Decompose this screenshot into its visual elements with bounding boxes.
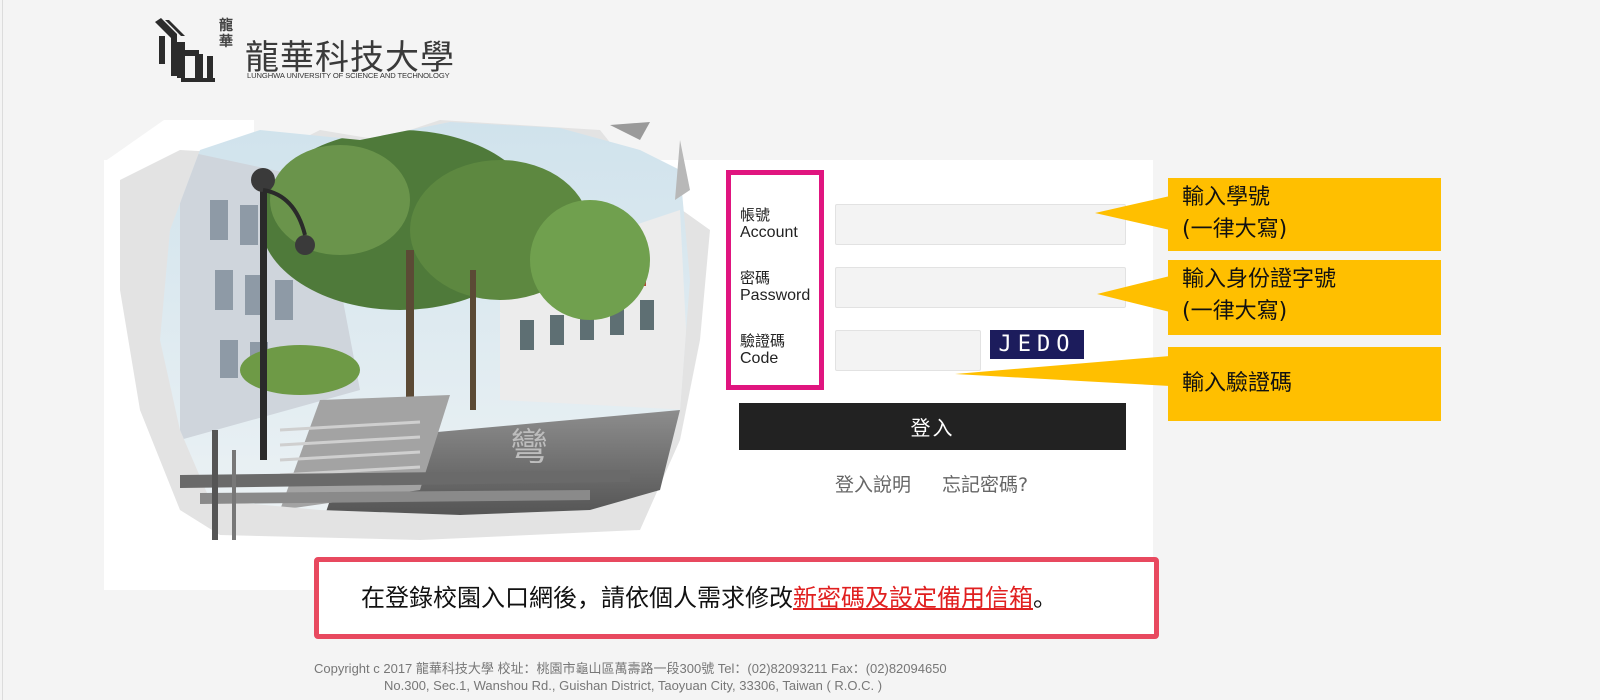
callout-password: 輸入身份證字號 (一律大寫) (1168, 260, 1441, 335)
footer-copyright: Copyright c 2017 龍華科技大學 校址：桃園市龜山區萬壽路一段30… (314, 661, 947, 676)
password-notice: 在登錄校園入口網後，請依個人需求修改新密碼及設定備用信箱。 (314, 557, 1159, 639)
svg-text:彎: 彎 (510, 425, 548, 469)
account-input[interactable] (835, 204, 1126, 245)
page-edge-line (2, 0, 3, 700)
footer-address: No.300, Sec.1, Wanshou Rd., Guishan Dist… (384, 678, 883, 693)
password-label: 密碼 Password (740, 269, 810, 305)
password-label-en: Password (740, 287, 811, 304)
callout-pointer-password (1097, 276, 1170, 312)
callout-pointer-account (1095, 196, 1170, 230)
account-label-en: Account (740, 224, 798, 241)
forgot-password-link[interactable]: 忘記密碼? (942, 470, 1028, 497)
notice-highlight: 新密碼及設定備用信箱 (793, 584, 1033, 612)
university-name-en: LUNGHWA UNIVERSITY OF SCIENCE AND TECHNO… (247, 71, 450, 80)
callout-password-line2: (一律大寫) (1182, 299, 1288, 324)
notice-end: 。 (1033, 584, 1057, 612)
account-label: 帳號 Account (740, 206, 798, 242)
code-label: 驗證碼 Code (740, 332, 785, 368)
login-help-link[interactable]: 登入說明 (835, 470, 911, 497)
campus-photo: 彎 (120, 120, 710, 540)
callout-account-line2: (一律大寫) (1182, 217, 1288, 242)
code-label-en: Code (740, 350, 779, 367)
callout-pointer-code (955, 356, 1170, 386)
notice-text: 在登錄校園入口網後，請依個人需求修改 (361, 584, 793, 612)
logo-calligraphy: 龍華 (219, 18, 233, 50)
lunghwa-logo-icon (155, 18, 215, 82)
callout-account: 輸入學號 (一律大寫) (1168, 178, 1441, 251)
code-label-zh: 驗證碼 (740, 332, 786, 350)
callout-code-line1: 輸入驗證碼 (1182, 371, 1293, 396)
login-button[interactable]: 登入 (739, 403, 1126, 450)
callout-account-line1: 輸入學號 (1182, 185, 1271, 210)
callout-code: 輸入驗證碼 (1168, 347, 1441, 421)
password-label-zh: 密碼 (740, 269, 771, 287)
captcha-image[interactable]: JEDO (990, 330, 1084, 359)
university-logo: 龍華 龍華科技大學 LUNGHWA UNIVERSITY OF SCIENCE … (155, 16, 455, 86)
password-input[interactable] (835, 267, 1126, 308)
account-label-zh: 帳號 (740, 206, 771, 224)
callout-password-line1: 輸入身份證字號 (1182, 267, 1337, 292)
